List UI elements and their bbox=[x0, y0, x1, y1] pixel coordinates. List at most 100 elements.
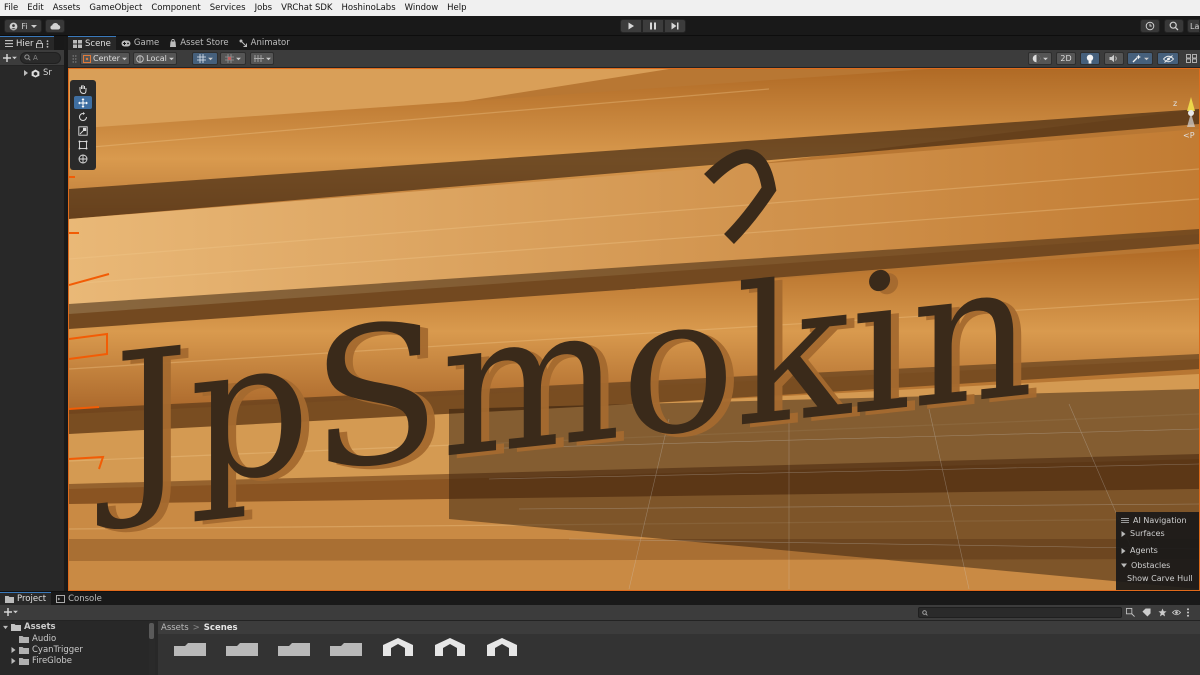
unity-scene-icon[interactable] bbox=[432, 637, 468, 656]
layers-dropdown[interactable]: La bbox=[1187, 19, 1200, 33]
scene-panel: Scene Game Asset Store Animator Center L… bbox=[68, 36, 1200, 591]
orientation-gizmo[interactable]: z <P bbox=[1173, 97, 1199, 147]
perspective-label[interactable]: <P bbox=[1183, 131, 1195, 140]
folder-cyantrigger[interactable]: CyanTrigger bbox=[0, 644, 149, 655]
pivot-mode-dropdown[interactable]: Center bbox=[80, 52, 130, 65]
account-dropdown[interactable]: Fi bbox=[4, 19, 42, 33]
play-button[interactable] bbox=[620, 19, 642, 33]
hierarchy-search-input[interactable]: A bbox=[20, 51, 61, 64]
more-vertical-icon[interactable] bbox=[1186, 608, 1190, 617]
folder-fireglobe[interactable]: FireGlobe bbox=[0, 655, 149, 666]
lighting-toggle-button[interactable] bbox=[1080, 52, 1100, 65]
move-arrows-icon bbox=[78, 97, 88, 108]
pivot-rotation-dropdown[interactable]: Local bbox=[133, 52, 177, 65]
scene-viewport[interactable]: JpSmokin JpSmokin z <P AI Navigation Sur… bbox=[68, 68, 1200, 591]
folder-icon bbox=[5, 596, 14, 603]
folder-icon[interactable] bbox=[224, 642, 260, 656]
incremental-snap-dropdown[interactable] bbox=[250, 52, 274, 65]
tab-scene[interactable]: Scene bbox=[68, 36, 116, 50]
history-button[interactable] bbox=[1140, 19, 1160, 33]
menu-services[interactable]: Services bbox=[210, 3, 246, 13]
menu-gameobject[interactable]: GameObject bbox=[89, 3, 142, 13]
menu-edit[interactable]: Edit bbox=[27, 3, 43, 13]
pivot-center-icon bbox=[83, 54, 92, 63]
eye-icon[interactable] bbox=[1172, 608, 1181, 617]
grid-snap-dropdown[interactable] bbox=[192, 52, 218, 65]
search-by-type-icon[interactable] bbox=[1126, 608, 1135, 617]
hand-tool-button[interactable] bbox=[74, 82, 92, 95]
main-toolbar: Fi La bbox=[0, 16, 1200, 36]
effects-dropdown[interactable] bbox=[1127, 52, 1153, 65]
more-vertical-icon[interactable] bbox=[46, 39, 49, 48]
hidden-eye-icon bbox=[1162, 54, 1174, 63]
tab-asset-store[interactable]: Asset Store bbox=[164, 36, 233, 50]
ai-nav-obstacles[interactable]: Obstacles bbox=[1121, 559, 1195, 572]
rotate-tool-button[interactable] bbox=[74, 110, 92, 123]
search-icon bbox=[922, 609, 928, 616]
create-button[interactable] bbox=[3, 53, 17, 62]
search-button[interactable] bbox=[1164, 19, 1184, 33]
hierarchy-panel: Hier A Sr bbox=[0, 36, 66, 591]
menu-hoshinolabs[interactable]: HoshinoLabs bbox=[342, 3, 396, 13]
menu-window[interactable]: Window bbox=[405, 3, 439, 13]
toggle-2d-button[interactable]: 2D bbox=[1056, 52, 1076, 65]
tab-console[interactable]: Console bbox=[51, 592, 107, 605]
snap-increment-dropdown[interactable] bbox=[220, 52, 246, 65]
folder-icon[interactable] bbox=[276, 642, 312, 656]
move-tool-button[interactable] bbox=[74, 96, 92, 109]
tab-project[interactable]: Project bbox=[0, 592, 52, 605]
unity-scene-icon[interactable] bbox=[380, 637, 416, 656]
audio-toggle-button[interactable] bbox=[1104, 52, 1124, 65]
folder-icon[interactable] bbox=[172, 642, 208, 656]
animator-icon bbox=[239, 39, 247, 47]
menu-vrchat-sdk[interactable]: VRChat SDK bbox=[281, 3, 332, 13]
folder-audio[interactable]: Audio bbox=[0, 633, 149, 644]
lightbulb-icon bbox=[1086, 54, 1094, 63]
scene-tree-item[interactable]: Sr bbox=[0, 66, 64, 80]
chevron-down-icon bbox=[265, 57, 271, 60]
folder-icon[interactable] bbox=[328, 642, 364, 656]
breadcrumb-scenes[interactable]: Scenes bbox=[204, 623, 238, 633]
show-carve-hull-toggle[interactable]: Show Carve Hull bbox=[1121, 572, 1195, 585]
chevron-down-icon bbox=[168, 57, 174, 60]
scale-tool-button[interactable] bbox=[74, 124, 92, 137]
folder-assets[interactable]: Assets bbox=[0, 621, 149, 633]
project-create-button[interactable] bbox=[4, 608, 18, 616]
folder-icon bbox=[19, 646, 29, 654]
transform-tool-button[interactable] bbox=[74, 152, 92, 165]
menu-jobs[interactable]: Jobs bbox=[255, 3, 273, 13]
step-icon bbox=[671, 22, 679, 30]
tab-game[interactable]: Game bbox=[116, 36, 164, 50]
menu-help[interactable]: Help bbox=[447, 3, 466, 13]
drag-handle-icon[interactable] bbox=[1121, 517, 1129, 523]
breadcrumb: Assets > Scenes bbox=[158, 621, 1200, 634]
folder-tree-scrollbar[interactable] bbox=[149, 621, 155, 675]
lock-icon[interactable] bbox=[36, 39, 44, 48]
favorite-star-icon[interactable] bbox=[1158, 608, 1167, 617]
menu-assets[interactable]: Assets bbox=[53, 3, 81, 13]
effects-icon bbox=[1132, 54, 1141, 63]
breadcrumb-assets[interactable]: Assets bbox=[161, 623, 189, 633]
step-button[interactable] bbox=[664, 19, 686, 33]
gizmos-menu-button[interactable] bbox=[1182, 52, 1200, 65]
pause-button[interactable] bbox=[642, 19, 664, 33]
folder-tree: Assets Audio CyanTrigger FireGlobe bbox=[0, 621, 155, 675]
draw-mode-dropdown[interactable] bbox=[1028, 52, 1052, 65]
scene-visibility-button[interactable] bbox=[1157, 52, 1179, 65]
cloud-button[interactable] bbox=[45, 19, 65, 33]
ai-nav-surfaces[interactable]: Surfaces bbox=[1121, 525, 1195, 542]
drag-handle-icon[interactable] bbox=[69, 52, 79, 65]
ai-nav-agents[interactable]: Agents bbox=[1121, 542, 1195, 559]
menu-component[interactable]: Component bbox=[151, 3, 200, 13]
chevron-right-icon[interactable] bbox=[23, 70, 29, 76]
unity-scene-icon[interactable] bbox=[484, 637, 520, 656]
rect-tool-button[interactable] bbox=[74, 138, 92, 151]
menu-bar: File Edit Assets GameObject Component Se… bbox=[0, 0, 1200, 16]
tab-hierarchy[interactable]: Hier bbox=[0, 36, 55, 50]
tab-animator[interactable]: Animator bbox=[234, 36, 295, 50]
menu-file[interactable]: File bbox=[4, 3, 18, 13]
gizmo-grid-icon bbox=[1185, 54, 1197, 63]
label-filter-icon[interactable] bbox=[1142, 608, 1151, 617]
project-search-input[interactable] bbox=[918, 607, 1122, 618]
chevron-down-icon bbox=[1143, 57, 1149, 60]
